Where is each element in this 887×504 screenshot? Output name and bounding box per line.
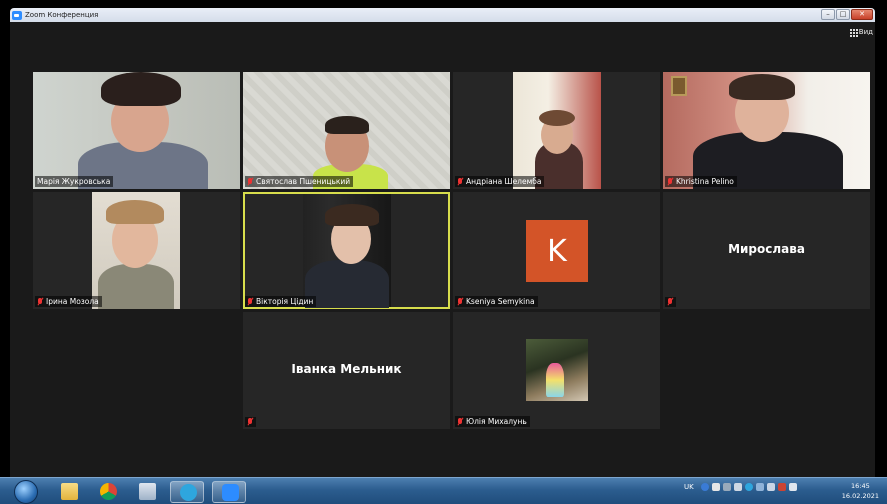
mic-muted-icon <box>37 297 43 306</box>
participant-name: Іванка Мельник <box>291 362 402 376</box>
person-hair <box>106 200 164 224</box>
mic-muted-icon <box>667 177 673 186</box>
zoom-meeting-window: Вид Марія Жукровська Святослав Пшеницьки… <box>10 22 875 477</box>
participant-name-tag <box>665 297 676 307</box>
mic-muted-icon <box>247 418 253 426</box>
grid-view-icon <box>849 28 858 37</box>
telegram-tray-icon[interactable] <box>744 483 753 491</box>
signal-icon[interactable] <box>766 483 775 491</box>
participant-tile[interactable]: Марія Жукровська <box>33 72 240 189</box>
participant-tile[interactable]: Khristina Pelino <box>663 72 870 189</box>
close-button[interactable]: ✕ <box>851 9 873 20</box>
participant-name: Khristina Pelino <box>676 177 734 186</box>
windows-taskbar: UK 16:45 16.02.2021 <box>0 477 887 504</box>
participant-name-tag: Святослав Пшеницький <box>245 176 354 187</box>
participant-name-tag: Юлія Михалунь <box>455 416 530 427</box>
wall-picture <box>671 76 687 96</box>
participant-tile[interactable]: Ірина Мозола <box>33 192 240 309</box>
person-silhouette <box>305 260 389 308</box>
mic-muted-icon <box>247 177 253 186</box>
participant-name: Юлія Михалунь <box>466 417 527 426</box>
mic-muted-icon <box>457 177 463 186</box>
participant-name-tag <box>245 417 256 427</box>
participant-video <box>663 72 870 189</box>
participant-tile[interactable]: Святослав Пшеницький <box>243 72 450 189</box>
chrome-icon[interactable] <box>91 481 125 503</box>
participant-video <box>303 194 391 308</box>
system-tray: UK <box>684 483 797 491</box>
participant-tile[interactable]: Іванка Мельник <box>243 312 450 429</box>
participant-tile[interactable]: Юлія Михалунь <box>453 312 660 429</box>
participant-name-tag: Андріана Шелемба <box>455 176 545 187</box>
monitor-icon[interactable] <box>733 483 742 491</box>
usb-icon[interactable] <box>711 483 720 491</box>
participant-tile-active-speaker[interactable]: Вікторія Цідин <box>243 192 450 309</box>
participant-name-tag: Ірина Мозола <box>35 296 102 307</box>
explorer-folder-icon[interactable] <box>52 481 86 503</box>
zoom-app-icon <box>12 10 22 20</box>
participant-video <box>513 72 601 189</box>
language-indicator[interactable]: UK <box>684 483 694 491</box>
participant-video <box>33 72 240 189</box>
participant-name-tag: Вікторія Цідин <box>245 296 317 307</box>
participant-name-tag: Khristina Pelino <box>665 176 737 187</box>
person-hair <box>539 110 575 126</box>
tray-app-icon[interactable] <box>722 483 731 491</box>
person-silhouette <box>98 264 174 309</box>
mic-muted-icon <box>667 298 673 306</box>
participant-tile[interactable]: Андріана Шелемба <box>453 72 660 189</box>
participant-tile[interactable]: K Kseniya Semykina <box>453 192 660 309</box>
participant-name: Святослав Пшеницький <box>256 177 351 186</box>
zoom-icon[interactable] <box>212 481 246 503</box>
mic-muted-icon <box>247 297 253 306</box>
participant-name: Андріана Шелемба <box>466 177 542 186</box>
participant-video <box>92 192 180 309</box>
person-hair <box>729 74 795 100</box>
window-titlebar[interactable]: Zoom Конференция – □ ✕ <box>10 8 875 22</box>
participant-profile-picture <box>526 339 588 401</box>
participant-name: Марія Жукровська <box>37 177 111 186</box>
volume-icon[interactable] <box>788 483 797 491</box>
view-button-label: Вид <box>858 28 873 36</box>
participant-tile[interactable]: Мирослава <box>663 192 870 309</box>
maximize-button[interactable]: □ <box>836 9 850 20</box>
clock-time: 16:45 <box>851 482 870 490</box>
system-clock[interactable]: 16:45 16.02.2021 <box>842 481 879 501</box>
person-hair <box>325 204 379 226</box>
clock-date: 16.02.2021 <box>841 492 879 500</box>
person-hair <box>325 116 369 134</box>
flag-icon[interactable] <box>777 483 786 491</box>
minimize-button[interactable]: – <box>821 9 835 20</box>
view-button[interactable]: Вид <box>849 28 873 37</box>
window-controls: – □ ✕ <box>821 9 873 20</box>
avatar-initial: K <box>547 233 567 269</box>
participant-name-tag: Марія Жукровська <box>35 176 114 187</box>
participant-name: Kseniya Semykina <box>466 297 535 306</box>
desktop-screen: Zoom Конференция – □ ✕ Вид Марія Жукровс… <box>0 0 887 504</box>
window-title: Zoom Конференция <box>25 11 99 19</box>
participant-avatar: K <box>526 220 588 282</box>
participant-name: Мирослава <box>728 242 805 256</box>
network-icon[interactable] <box>755 483 764 491</box>
picture-figure <box>546 363 564 397</box>
windows-start-icon[interactable] <box>14 480 38 504</box>
participant-name: Вікторія Цідин <box>256 297 314 306</box>
person-hair <box>101 72 181 106</box>
participant-video <box>243 72 450 189</box>
mic-muted-icon <box>457 417 463 426</box>
participant-name-tag: Kseniya Semykina <box>455 296 538 307</box>
help-icon[interactable] <box>700 483 709 491</box>
telegram-icon[interactable] <box>170 481 204 503</box>
file-manager-icon[interactable] <box>130 481 164 503</box>
participant-name: Ірина Мозола <box>46 297 99 306</box>
mic-muted-icon <box>457 297 463 306</box>
